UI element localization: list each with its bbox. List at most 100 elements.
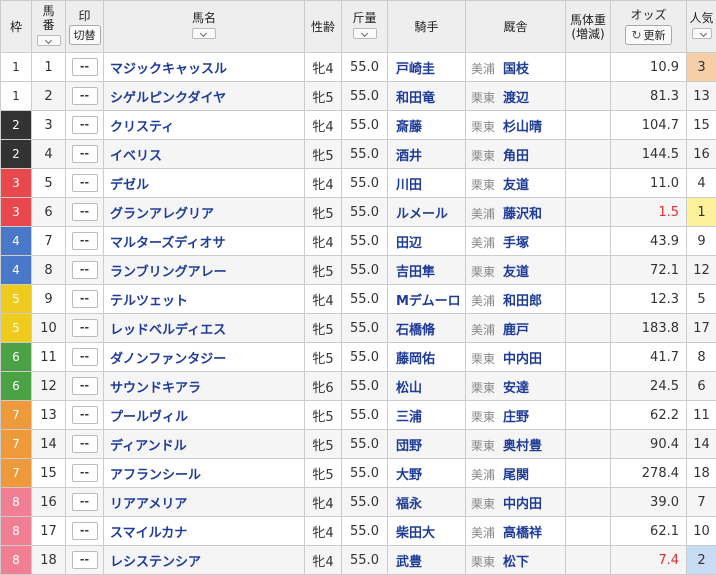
trainer-link[interactable]: 奥村豊 (503, 439, 542, 454)
mark-select[interactable]: -- (71, 87, 98, 105)
sex-age-cell: 牝4 (304, 284, 342, 314)
mark-select[interactable]: -- (71, 493, 98, 511)
refresh-icon: ↻ (631, 28, 642, 42)
table-row: 7 15 -- アフランシール 牝5 55.0 大野 美浦 尾関 278.4 18 (0, 458, 716, 488)
mark-select[interactable]: -- (71, 551, 98, 569)
trainer-link[interactable]: 庄野 (503, 410, 529, 425)
mark-toggle-button[interactable]: 切替 (68, 24, 101, 45)
waku-cell: 2 (0, 139, 32, 169)
odds-refresh-button[interactable]: ↻ 更新 (625, 25, 672, 45)
jockey-link[interactable]: 武豊 (396, 555, 422, 570)
jockey-link[interactable]: 福永 (396, 497, 422, 512)
header-popularity: 人気 (686, 0, 716, 53)
jockey-link[interactable]: 柴田大 (396, 526, 435, 541)
trainer-link[interactable]: 友道 (503, 265, 529, 280)
jockey-link[interactable]: 田辺 (396, 236, 422, 251)
sort-weight-chevron-icon[interactable] (352, 28, 377, 39)
jockey-link[interactable]: Mデムーロ (396, 294, 461, 309)
sort-horse-name-chevron-icon[interactable] (192, 28, 216, 39)
trainer-cell: 栗東 中内田 (465, 342, 566, 372)
jockey-link[interactable]: 戸崎圭 (396, 62, 435, 77)
jockey-link[interactable]: 石橋脩 (396, 323, 435, 338)
trainer-link[interactable]: 尾関 (503, 468, 529, 483)
trainer-link[interactable]: 松下 (503, 555, 529, 570)
horse-name-cell: マジックキャッスル (103, 52, 305, 82)
trainer-region: 栗東 (471, 177, 496, 192)
trainer-link[interactable]: 藤沢和 (503, 207, 542, 222)
sort-umaban-chevron-icon[interactable] (36, 35, 61, 46)
trainer-link[interactable]: 渡辺 (503, 91, 529, 106)
trainer-region: 栗東 (471, 119, 496, 134)
weight: 55.0 (350, 146, 379, 162)
umaban-cell: 5 (31, 168, 66, 198)
horse-name-link[interactable]: イベリス (110, 149, 162, 164)
mark-select[interactable]: -- (71, 464, 98, 482)
mark-select[interactable]: -- (71, 174, 98, 192)
odds-cell: 278.4 (610, 458, 687, 488)
horse-name-cell: イベリス (103, 139, 305, 169)
mark-select[interactable]: -- (71, 232, 98, 250)
jockey-link[interactable]: 川田 (396, 178, 422, 193)
horse-name-link[interactable]: クリスティ (110, 120, 174, 135)
horse-name-link[interactable]: アフランシール (110, 468, 201, 483)
mark-select[interactable]: -- (71, 58, 98, 76)
body-weight-cell (565, 458, 611, 488)
mark-select[interactable]: -- (71, 203, 98, 221)
horse-name-link[interactable]: レッドベルディエス (110, 323, 226, 338)
trainer-link[interactable]: 鹿戸 (503, 323, 529, 338)
body-weight-cell (565, 429, 611, 459)
mark-select[interactable]: -- (71, 406, 98, 424)
sort-popularity-chevron-icon[interactable] (691, 28, 712, 39)
trainer-link[interactable]: 杉山晴 (503, 120, 542, 135)
horse-name-link[interactable]: デゼル (110, 178, 149, 193)
jockey-link[interactable]: 和田竜 (396, 91, 435, 106)
jockey-link[interactable]: 松山 (396, 381, 422, 396)
horse-name-link[interactable]: プールヴィル (110, 410, 188, 425)
jockey-link[interactable]: 三浦 (396, 410, 422, 425)
horse-name-link[interactable]: ディアンドル (110, 439, 187, 454)
jockey-link[interactable]: ルメール (396, 207, 448, 222)
trainer-link[interactable]: 中内田 (503, 352, 542, 367)
jockey-cell: 斎藤 (387, 110, 466, 140)
horse-name-link[interactable]: テルツェット (110, 294, 188, 309)
horse-name-link[interactable]: ランブリングアレー (110, 265, 227, 280)
waku-cell: 8 (0, 487, 32, 517)
mark-select[interactable]: -- (71, 522, 98, 540)
jockey-link[interactable]: 斎藤 (396, 120, 422, 135)
mark-select[interactable]: -- (71, 377, 98, 395)
horse-name-link[interactable]: レシステンシア (110, 555, 201, 570)
trainer-link[interactable]: 角田 (503, 149, 529, 164)
trainer-link[interactable]: 手塚 (503, 236, 529, 251)
horse-name-link[interactable]: マルターズディオサ (110, 236, 225, 251)
horse-name-link[interactable]: サウンドキアラ (110, 381, 201, 396)
trainer-cell: 美浦 藤沢和 (465, 197, 566, 227)
trainer-link[interactable]: 高橋祥 (503, 526, 542, 541)
horse-name-link[interactable]: ダノンファンタジー (110, 352, 226, 367)
trainer-link[interactable]: 和田郎 (503, 294, 542, 309)
mark-select[interactable]: -- (71, 435, 98, 453)
horse-name-link[interactable]: グランアレグリア (110, 207, 214, 222)
mark-select[interactable]: -- (71, 290, 98, 308)
jockey-link[interactable]: 吉田隼 (396, 265, 435, 280)
jockey-link[interactable]: 大野 (396, 468, 422, 483)
horse-name-link[interactable]: マジックキャッスル (110, 62, 227, 77)
trainer-link[interactable]: 安達 (503, 381, 529, 396)
horse-name-link[interactable]: シゲルピンクダイヤ (110, 91, 226, 106)
jockey-link[interactable]: 酒井 (396, 149, 422, 164)
mark-select[interactable]: -- (71, 348, 98, 366)
trainer-link[interactable]: 中内田 (503, 497, 542, 512)
trainer-link[interactable]: 友道 (503, 178, 529, 193)
jockey-link[interactable]: 藤岡佑 (396, 352, 435, 367)
trainer-link[interactable]: 国枝 (503, 62, 529, 77)
mark-select[interactable]: -- (71, 116, 98, 134)
mark-select[interactable]: -- (71, 261, 98, 279)
jockey-link[interactable]: 団野 (396, 439, 422, 454)
table-row: 3 5 -- デゼル 牝4 55.0 川田 栗東 友道 11.0 4 (0, 168, 716, 198)
mark-select[interactable]: -- (71, 145, 98, 163)
body-weight-cell (565, 313, 611, 343)
mark-select[interactable]: -- (71, 319, 98, 337)
horse-name-link[interactable]: リアアメリア (110, 497, 187, 512)
jockey-cell: 吉田隼 (387, 255, 466, 285)
body-weight-cell (565, 284, 611, 314)
horse-name-link[interactable]: スマイルカナ (110, 526, 187, 541)
